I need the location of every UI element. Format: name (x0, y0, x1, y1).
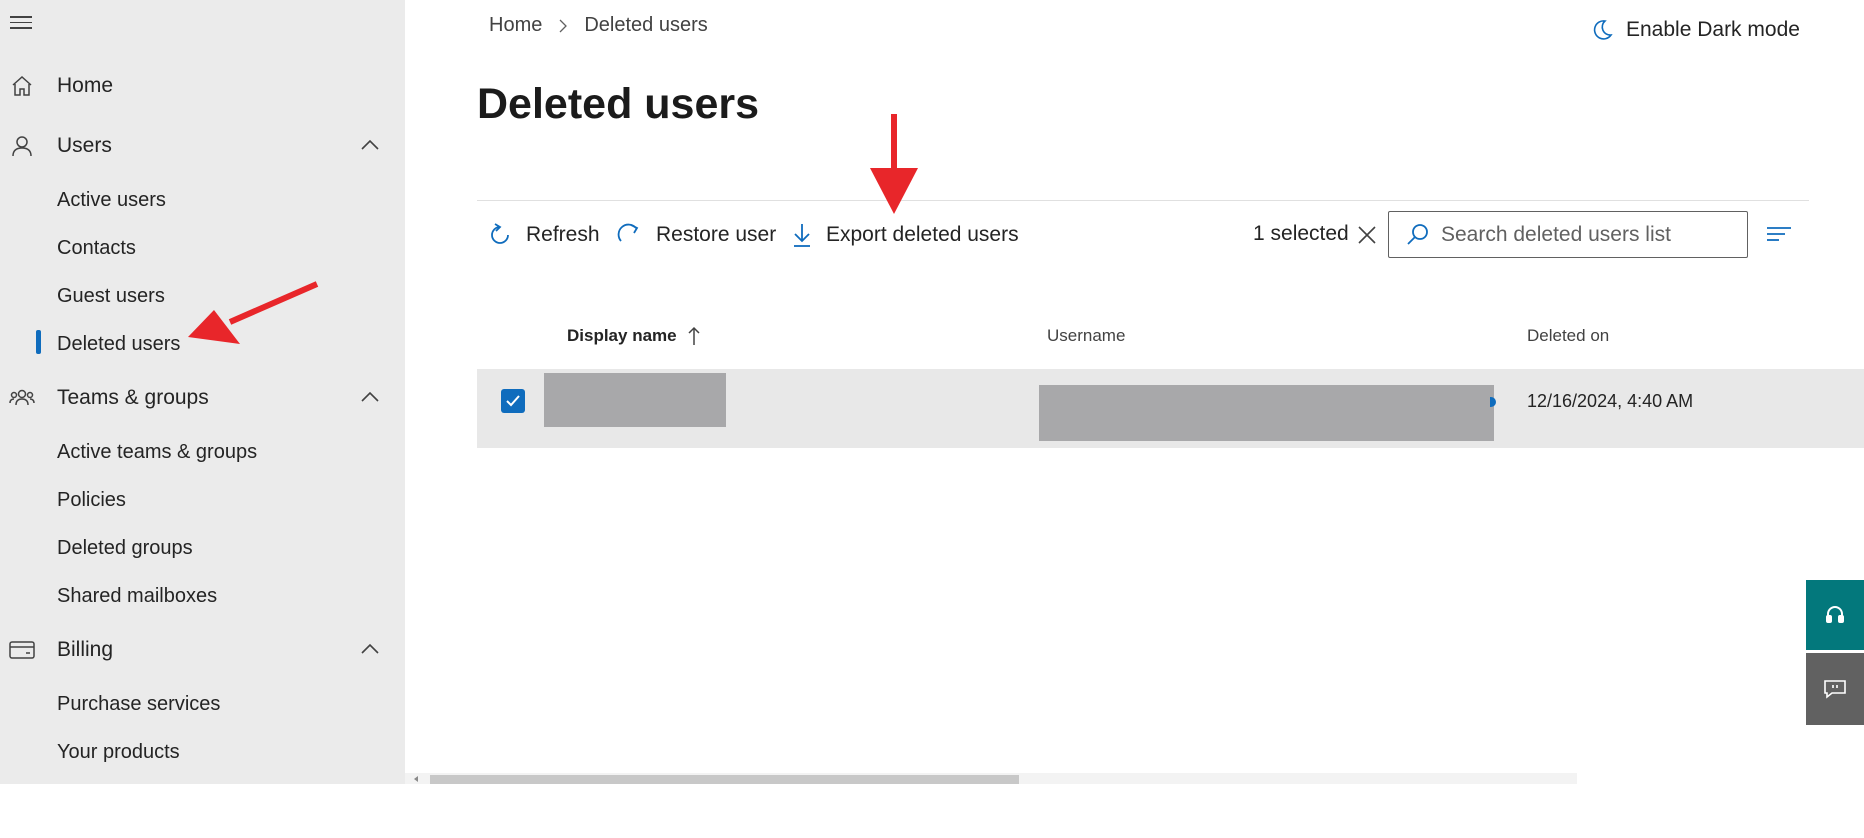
nav-item-users[interactable]: Users (0, 126, 405, 166)
nav-sub-deleted-groups[interactable]: Deleted groups (57, 532, 193, 564)
dark-mode-toggle[interactable]: Enable Dark mode (1590, 18, 1800, 42)
refresh-button[interactable]: Refresh (486, 218, 600, 252)
breadcrumb-current: Deleted users (584, 14, 708, 36)
column-label-display-name: Display name (567, 326, 677, 345)
download-icon (794, 224, 810, 247)
hamburger-menu-icon[interactable] (10, 16, 34, 34)
annotation-arrow-export (870, 114, 918, 214)
people-team-icon (8, 384, 36, 412)
headset-icon (1826, 606, 1844, 623)
nav-sub-deleted-users[interactable]: Deleted users (57, 328, 180, 360)
nav-sub-guest-users[interactable]: Guest users (57, 280, 165, 312)
nav-sub-active-users[interactable]: Active users (57, 184, 166, 216)
column-header-display-name[interactable]: Display name (567, 326, 701, 346)
chevron-right-icon (559, 19, 568, 32)
row-checkbox[interactable] (501, 389, 525, 413)
dark-mode-label: Enable Dark mode (1626, 18, 1800, 41)
feedback-icon (1824, 680, 1846, 699)
nav-item-home[interactable]: Home (0, 66, 405, 106)
export-deleted-users-label: Export deleted users (826, 223, 1019, 246)
scroll-left-arrow-icon[interactable] (412, 775, 420, 783)
chevron-up-icon[interactable] (358, 386, 382, 410)
moon-icon (1593, 20, 1613, 40)
nav-item-billing[interactable]: Billing (0, 630, 405, 670)
chevron-up-icon[interactable] (358, 638, 382, 662)
refresh-icon (491, 223, 509, 244)
nav-label-billing: Billing (57, 638, 114, 661)
search-box (1388, 211, 1748, 258)
nav-sub-your-products[interactable]: Your products (57, 736, 180, 768)
clear-selection-icon[interactable] (1356, 224, 1378, 246)
breadcrumb-home[interactable]: Home (489, 14, 542, 37)
checkmark-icon (506, 395, 520, 407)
search-input[interactable] (1441, 222, 1731, 247)
credit-card-icon (8, 636, 36, 664)
selected-count: 1 selected (1253, 222, 1349, 245)
support-button[interactable] (1806, 580, 1864, 650)
feedback-button[interactable] (1806, 653, 1864, 725)
nav-label-teams-groups: Teams & groups (57, 386, 209, 409)
nav-sub-purchase-services[interactable]: Purchase services (57, 688, 220, 720)
redacted-username (1039, 385, 1494, 441)
nav-label-users: Users (57, 134, 112, 157)
nav-sub-contacts[interactable]: Contacts (57, 232, 136, 264)
breadcrumb: Home Deleted users (489, 14, 708, 37)
horizontal-scrollbar-thumb[interactable] (430, 775, 1019, 784)
sort-ascending-icon (688, 326, 700, 345)
restore-user-button[interactable]: Restore user (616, 218, 776, 252)
chevron-up-icon[interactable] (358, 134, 382, 158)
deleted-on-cell: 12/16/2024, 4:40 AM (1527, 391, 1694, 411)
active-indicator (36, 330, 41, 354)
column-header-deleted-on[interactable]: Deleted on (1527, 326, 1609, 346)
restore-icon (617, 223, 639, 242)
nav-label-home: Home (57, 74, 114, 97)
export-deleted-users-button[interactable]: Export deleted users (790, 218, 1019, 252)
filter-lines-icon[interactable] (1766, 222, 1792, 246)
redacted-display-name (544, 373, 726, 427)
nav-sub-shared-mailboxes[interactable]: Shared mailboxes (57, 580, 217, 612)
nav-sub-active-teams-groups[interactable]: Active teams & groups (57, 436, 257, 468)
restore-user-label: Restore user (656, 223, 777, 246)
search-icon (1407, 223, 1428, 245)
column-header-username[interactable]: Username (1047, 326, 1125, 346)
nav-sub-policies[interactable]: Policies (57, 484, 126, 516)
nav-item-teams-groups[interactable]: Teams & groups (0, 378, 405, 418)
person-icon (8, 132, 36, 160)
refresh-label: Refresh (526, 223, 600, 246)
page-title: Deleted users (477, 80, 760, 128)
toolbar-divider (477, 200, 1809, 201)
home-icon (8, 72, 36, 100)
left-navigation: Home Users Active users Contacts Guest u… (0, 0, 405, 784)
